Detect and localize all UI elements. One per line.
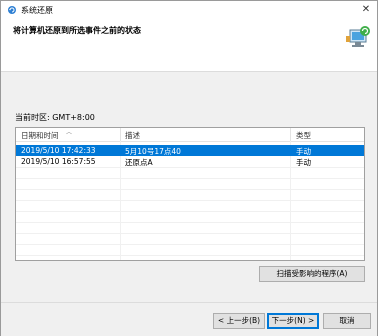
grid-line: [16, 222, 364, 223]
grid-line: [16, 200, 364, 201]
grid-line: [16, 211, 364, 212]
system-restore-window: 系统还原 ✕ 将计算机还原到所选事件之前的状态 当前时区: GMT+8:00 日…: [0, 0, 378, 336]
title-bar: 系统还原 ✕: [1, 1, 377, 19]
column-header-date[interactable]: 日期和时间: [21, 130, 59, 141]
grid-line: [16, 244, 364, 245]
timezone-label: 当前时区: GMT+8:00: [15, 113, 95, 122]
column-divider[interactable]: [120, 128, 121, 141]
footer-bar: < 上一步(B) 下一步(N) > 取消: [1, 302, 377, 336]
restore-point-table[interactable]: 日期和时间 ︿ 描述 类型 2019/5/10 17:42:33 5月10号17…: [15, 127, 365, 261]
table-header: 日期和时间 ︿ 描述 类型: [16, 128, 364, 142]
computer-restore-icon: [346, 26, 370, 47]
grid-line: [16, 255, 364, 256]
column-header-type[interactable]: 类型: [296, 130, 311, 141]
content-area: 当前时区: GMT+8:00 日期和时间 ︿ 描述 类型 2019/5/10 1…: [1, 72, 377, 302]
close-button[interactable]: ✕: [359, 3, 373, 17]
table-row[interactable]: 2019/5/10 17:42:33 5月10号17点40 手动: [16, 145, 364, 156]
grid-line: [16, 189, 364, 190]
window-title: 系统还原: [21, 6, 53, 15]
cancel-button[interactable]: 取消: [323, 313, 371, 329]
row-date: 2019/5/10 17:42:33: [21, 146, 96, 155]
next-button[interactable]: 下一步(N) >: [267, 313, 319, 329]
table-row[interactable]: 2019/5/10 16:57:55 还原点A 手动: [16, 156, 364, 167]
header-panel: 将计算机还原到所选事件之前的状态: [1, 19, 377, 72]
sort-arrow-icon: ︿: [66, 129, 73, 136]
close-icon: ✕: [361, 4, 371, 15]
back-button[interactable]: < 上一步(B): [213, 313, 265, 329]
grid-line: [16, 178, 364, 179]
system-restore-icon: [8, 6, 16, 14]
page-title: 将计算机还原到所选事件之前的状态: [13, 26, 141, 35]
grid-line: [16, 233, 364, 234]
row-date: 2019/5/10 16:57:55: [21, 157, 96, 166]
scan-affected-programs-button[interactable]: 扫描受影响的程序(A): [259, 266, 365, 282]
column-header-description[interactable]: 描述: [125, 130, 140, 141]
grid-line: [16, 167, 364, 168]
column-divider[interactable]: [290, 128, 291, 141]
